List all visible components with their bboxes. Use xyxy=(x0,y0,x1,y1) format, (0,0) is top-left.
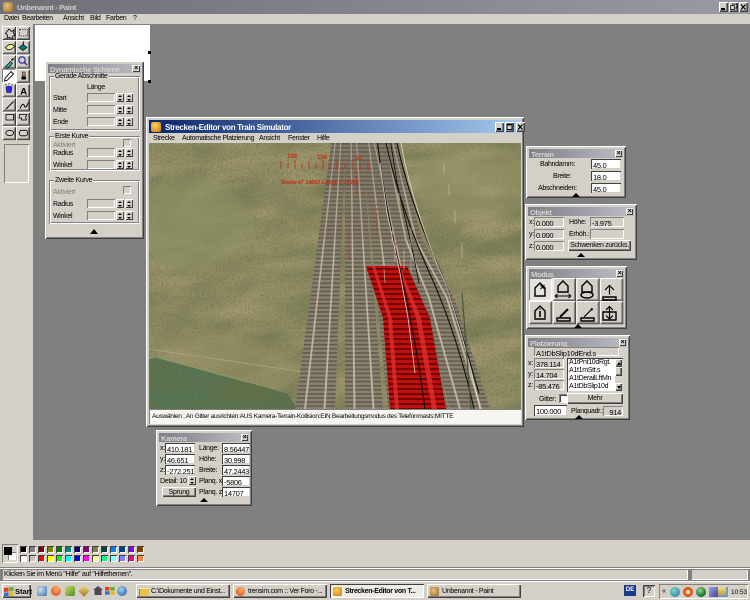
svg-text:A: A xyxy=(20,87,27,98)
svg-text:100: 100 xyxy=(287,154,298,160)
svg-text:150: 150 xyxy=(317,155,328,161)
svg-text:Breite 47 34697 Länge 2 16982: Breite 47 34697 Länge 2 16982 xyxy=(281,180,359,186)
svg-text:50: 50 xyxy=(355,156,362,162)
